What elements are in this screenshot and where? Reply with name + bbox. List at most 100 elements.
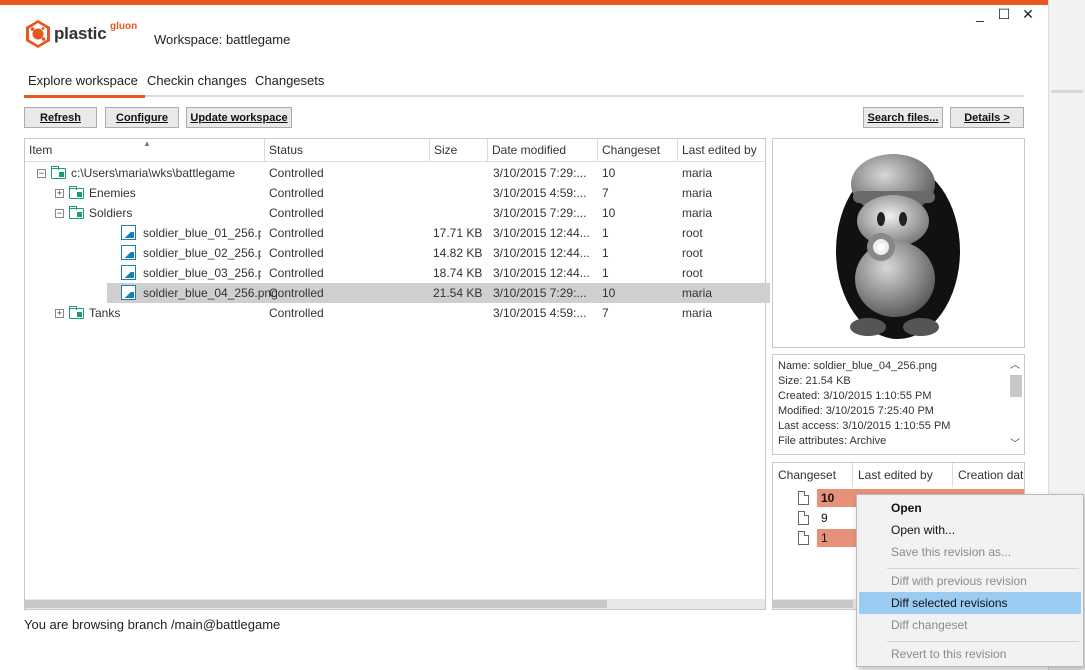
table-row[interactable]: − c:\Users\maria\wks\battlegame Controlled… [25,163,765,183]
item-last-edited-by: root [682,246,703,260]
file-info-line: Name: soldier_blue_04_256.png [778,360,938,372]
history-column-last-edited-by[interactable]: Last edited by [853,463,953,487]
file-info-scroll-thumb[interactable] [1010,375,1022,397]
menu-item-save-revision-as[interactable]: Save this revision as... [859,541,1081,563]
item-date-modified: 3/10/2015 12:44... [493,266,590,280]
item-last-edited-by: maria [682,186,713,200]
revision-file-icon [798,531,809,545]
item-last-edited-by: root [682,266,703,280]
item-date-modified: 3/10/2015 7:29:... [493,286,587,300]
item-name: soldier_blue_02_256.png [143,246,261,260]
close-icon[interactable]: ✕ [1016,6,1040,23]
scroll-up-icon[interactable]: ︿ [1008,359,1022,373]
details-button[interactable]: Details > [950,107,1024,128]
menu-separator [887,641,1079,642]
minimize-icon[interactable]: _ [968,6,992,22]
history-column-creation-date[interactable]: Creation dat [953,463,1024,487]
menu-separator [887,568,1079,569]
folder-icon [69,206,84,219]
item-name: Enemies [89,186,136,200]
folder-icon [69,306,84,319]
item-last-edited-by: maria [682,286,713,300]
item-status: Controlled [269,226,324,240]
image-preview-panel [772,138,1025,348]
table-row[interactable]: + Enemies Controlled 3/10/2015 4:59:... 7 mar… [25,183,765,203]
table-row[interactable]: soldier_blue_03_256.png Controlled 18.74 K… [25,263,765,283]
item-date-modified: 3/10/2015 7:29:... [493,166,587,180]
table-row[interactable]: soldier_blue_02_256.png Controlled 14.82 K… [25,243,765,263]
item-name: c:\Users\maria\wks\battlegame [71,166,236,180]
title-accent-bar [0,0,1048,5]
window-controls: _ ☐ ✕ [968,6,1048,26]
folder-icon [69,186,84,199]
table-row[interactable]: soldier_blue_04_256.png Controlled 21.54 K… [25,283,770,303]
menu-item-open[interactable]: Open [859,497,1081,519]
grid-scroll-thumb[interactable] [25,600,607,608]
item-changeset: 7 [602,306,609,320]
menu-item-open-with[interactable]: Open with... [859,519,1081,541]
menu-item-diff-selected[interactable]: Diff selected revisions [859,592,1081,614]
column-header-date-modified[interactable]: Date modified [488,139,598,161]
history-changeset: 9 [821,511,828,525]
scroll-down-icon[interactable]: ﹀ [1008,438,1022,452]
configure-button[interactable]: Configure [105,107,179,128]
expand-icon[interactable]: + [55,309,64,318]
table-row[interactable]: + Tanks Controlled 3/10/2015 4:59:... 7 maria [25,303,765,323]
item-name: Tanks [89,306,121,320]
expand-icon[interactable]: + [55,189,64,198]
item-status: Controlled [269,306,324,320]
item-date-modified: 3/10/2015 4:59:... [493,186,587,200]
grid-header: Item ▲ Status Size Date modified Changese… [25,139,765,162]
table-row[interactable]: − Soldiers Controlled 3/10/2015 7:29:... 10 m… [25,203,765,223]
revision-context-menu: Open Open with... Save this revision as.… [856,494,1084,667]
table-row[interactable]: soldier_blue_01_256.png Controlled 17.71 K… [25,223,765,243]
item-size: 18.74 KB [433,266,483,280]
item-changeset: 10 [602,286,616,300]
workspace-title: Workspace: battlegame [154,32,291,47]
column-header-status[interactable]: Status [265,139,430,161]
item-changeset: 10 [602,206,616,220]
item-status: Controlled [269,266,324,280]
item-name: soldier_blue_01_256.png [143,226,261,240]
tab-changesets[interactable]: Changesets [255,73,324,88]
file-info-line: Size: 21.54 KB [778,375,851,387]
column-header-last-edited-by[interactable]: Last edited by [678,139,765,161]
menu-item-revert[interactable]: Revert to this revision [859,643,1081,665]
item-date-modified: 3/10/2015 4:59:... [493,306,587,320]
refresh-button[interactable]: Refresh [24,107,97,128]
logo-wordmark: plastic [54,24,107,43]
file-info-text: Name: soldier_blue_04_256.png Size: 21.54… [778,359,950,449]
tab-bar: Explore workspace Checkin changes Change… [24,73,424,97]
history-column-changeset[interactable]: Changeset [773,463,853,487]
item-status: Controlled [269,186,324,200]
history-scroll-thumb[interactable] [773,600,853,608]
file-info-vertical-scrollbar[interactable]: ︿ ﹀ [1008,357,1022,452]
file-info-line: Last access: 3/10/2015 1:10:55 PM [778,420,951,432]
grid-horizontal-scrollbar[interactable] [25,599,765,609]
item-size: 14.82 KB [433,246,483,260]
file-info-line: File attributes: Archive [778,435,887,447]
column-header-changeset[interactable]: Changeset [598,139,678,161]
column-header-size[interactable]: Size [430,139,488,161]
update-workspace-button[interactable]: Update workspace [186,107,292,128]
item-status: Controlled [269,206,324,220]
image-file-icon [121,265,136,280]
item-status: Controlled [269,246,324,260]
item-changeset: 1 [602,266,609,280]
collapse-icon[interactable]: − [55,209,64,218]
image-file-icon [121,225,136,240]
item-changeset: 1 [602,226,609,240]
column-header-item[interactable]: Item ▲ [25,139,265,161]
menu-item-diff-previous[interactable]: Diff with previous revision [859,570,1081,592]
tab-checkin-changes[interactable]: Checkin changes [147,73,247,88]
search-files-button[interactable]: Search files... [863,107,943,128]
maximize-icon[interactable]: ☐ [992,6,1016,23]
item-size: 17.71 KB [433,226,483,240]
item-name: Soldiers [89,206,133,220]
tab-explore-workspace[interactable]: Explore workspace [28,73,138,88]
menu-item-diff-changeset[interactable]: Diff changeset [859,614,1081,636]
item-last-edited-by: maria [682,206,713,220]
collapse-icon[interactable]: − [37,169,46,178]
image-file-icon [121,245,136,260]
soldier-preview-image [836,154,960,339]
